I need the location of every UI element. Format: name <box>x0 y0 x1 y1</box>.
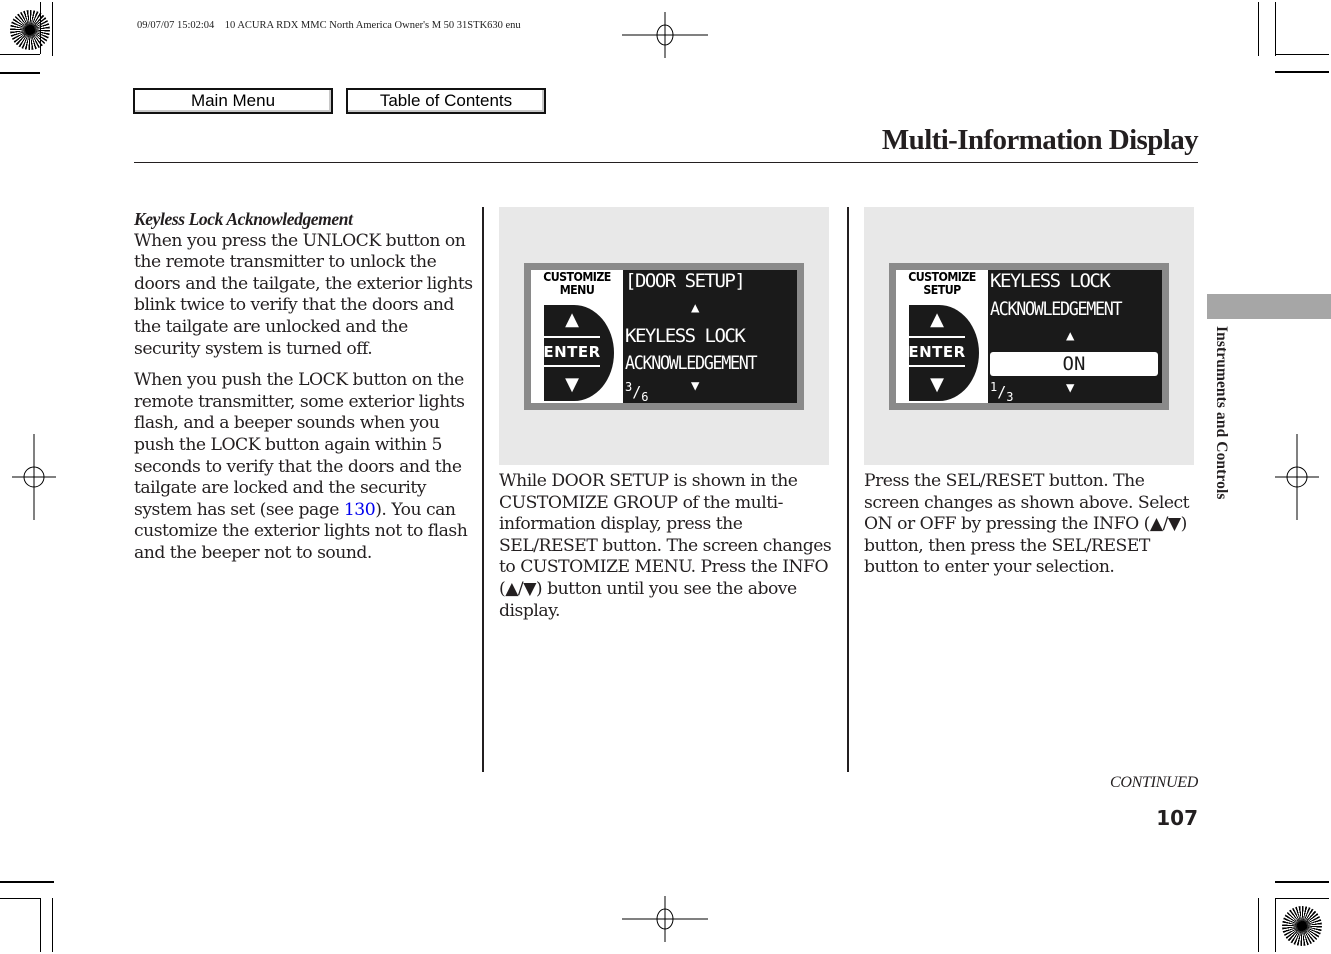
paragraph-lock: When you push the LOCK button on the rem… <box>134 370 474 564</box>
lcd-line-keyless-lock: KEYLESS LOCK <box>990 270 1111 292</box>
up-arrow-icon: ▲ <box>930 309 944 330</box>
lcd-heading-line2: MENU <box>559 283 595 297</box>
crosshair-registration-icon <box>12 434 56 520</box>
continued-label: CONTINUED <box>1110 774 1198 791</box>
column-divider <box>847 207 849 772</box>
main-menu-button[interactable]: Main Menu <box>133 88 333 114</box>
figure2-caption: Press the SEL/RESET button. The screen c… <box>864 471 1190 578</box>
crop-mark <box>1258 2 1259 56</box>
down-arrow-icon: ▼ <box>565 373 579 395</box>
lcd-up-arrow-icon: ▲ <box>1066 328 1075 344</box>
crop-mark <box>1275 881 1329 883</box>
crop-mark <box>0 54 40 55</box>
lcd-page-indicator: 1/3 <box>990 380 1014 404</box>
registration-sunburst-icon <box>10 10 50 50</box>
lcd-line-acknowledgement: ACKNOWLEDGEMENT <box>625 352 758 374</box>
lcd-down-arrow-icon: ▼ <box>691 378 700 394</box>
crosshair-registration-icon <box>622 896 708 942</box>
paragraph-lock-text: When you push the LOCK button on the rem… <box>134 370 465 520</box>
lcd-control-panel: CUSTOMIZE MENU ▲ ENTER ▼ <box>531 270 623 403</box>
page-total: 6 <box>641 390 649 404</box>
crop-mark <box>0 72 40 74</box>
page-number: 107 <box>1156 806 1198 830</box>
crop-mark <box>1275 898 1329 899</box>
table-of-contents-button[interactable]: Table of Contents <box>346 88 546 114</box>
page-link-130[interactable]: 130 <box>344 500 376 520</box>
crop-mark <box>0 898 40 899</box>
page-current: 1 <box>990 380 998 394</box>
enter-label: ENTER <box>908 336 965 367</box>
info-button-pad: ▲ ENTER ▼ <box>908 305 979 401</box>
lcd-down-arrow-icon: ▼ <box>1066 380 1075 396</box>
crop-mark <box>0 881 54 883</box>
lcd-display: CUSTOMIZE MENU ▲ ENTER ▼ [DOOR SETUP] ▲ … <box>524 263 804 410</box>
page-current: 3 <box>625 380 633 394</box>
enter-label: ENTER <box>543 336 600 367</box>
figure1-caption: While DOOR SETUP is shown in the CUSTOMI… <box>499 471 832 621</box>
title-divider <box>134 162 1198 163</box>
column-divider <box>482 207 484 772</box>
paragraph-unlock: When you press the UNLOCK button on the … <box>134 230 473 359</box>
crosshair-registration-icon <box>1275 434 1319 520</box>
lcd-panel-heading: CUSTOMIZE SETUP <box>900 271 985 297</box>
lcd-screen: [DOOR SETUP] ▲ KEYLESS LOCK ACKNOWLEDGEM… <box>623 270 797 404</box>
page-title: Multi-Information Display <box>881 124 1199 156</box>
info-button-pad: ▲ ENTER ▼ <box>543 305 614 401</box>
lcd-selected-option: ON <box>990 352 1158 376</box>
lcd-control-panel: CUSTOMIZE SETUP ▲ ENTER ▼ <box>896 270 988 403</box>
lcd-heading-line2: SETUP <box>923 283 961 297</box>
crop-mark <box>40 2 41 54</box>
crop-mark <box>1258 898 1259 952</box>
page-total: 3 <box>1006 390 1014 404</box>
left-column: Keyless Lock Acknowledgement When you pr… <box>134 209 474 565</box>
section-tab-label: Instruments and Controls <box>1213 326 1230 500</box>
lcd-panel-heading: CUSTOMIZE MENU <box>535 271 620 297</box>
crop-mark <box>1275 898 1276 952</box>
lcd-display: CUSTOMIZE SETUP ▲ ENTER ▼ KEYLESS LOCK A… <box>889 263 1169 410</box>
down-arrow-icon: ▼ <box>930 373 944 395</box>
crop-mark <box>52 898 53 952</box>
lcd-screen: KEYLESS LOCK ACKNOWLEDGEMENT ▲ ON 1/3 ▼ <box>988 270 1162 404</box>
up-arrow-icon: ▲ <box>565 309 579 330</box>
crosshair-registration-icon <box>622 12 708 58</box>
section-tab-marker <box>1207 294 1331 319</box>
lcd-up-arrow-icon: ▲ <box>691 300 700 316</box>
crop-mark <box>1275 2 1276 56</box>
crop-mark <box>1275 54 1329 55</box>
print-metadata: 09/07/07 15:02:04 10 ACURA RDX MMC North… <box>137 20 521 31</box>
lcd-line-door-setup: [DOOR SETUP] <box>625 270 746 292</box>
registration-sunburst-icon <box>1282 906 1322 946</box>
section-subheading: Keyless Lock Acknowledgement <box>134 209 353 229</box>
crop-mark <box>40 898 41 952</box>
crop-mark <box>52 2 53 56</box>
lcd-line-acknowledgement: ACKNOWLEDGEMENT <box>990 298 1123 320</box>
crop-mark <box>1275 71 1329 73</box>
lcd-page-indicator: 3/6 <box>625 380 649 404</box>
lcd-line-keyless-lock: KEYLESS LOCK <box>625 325 746 347</box>
